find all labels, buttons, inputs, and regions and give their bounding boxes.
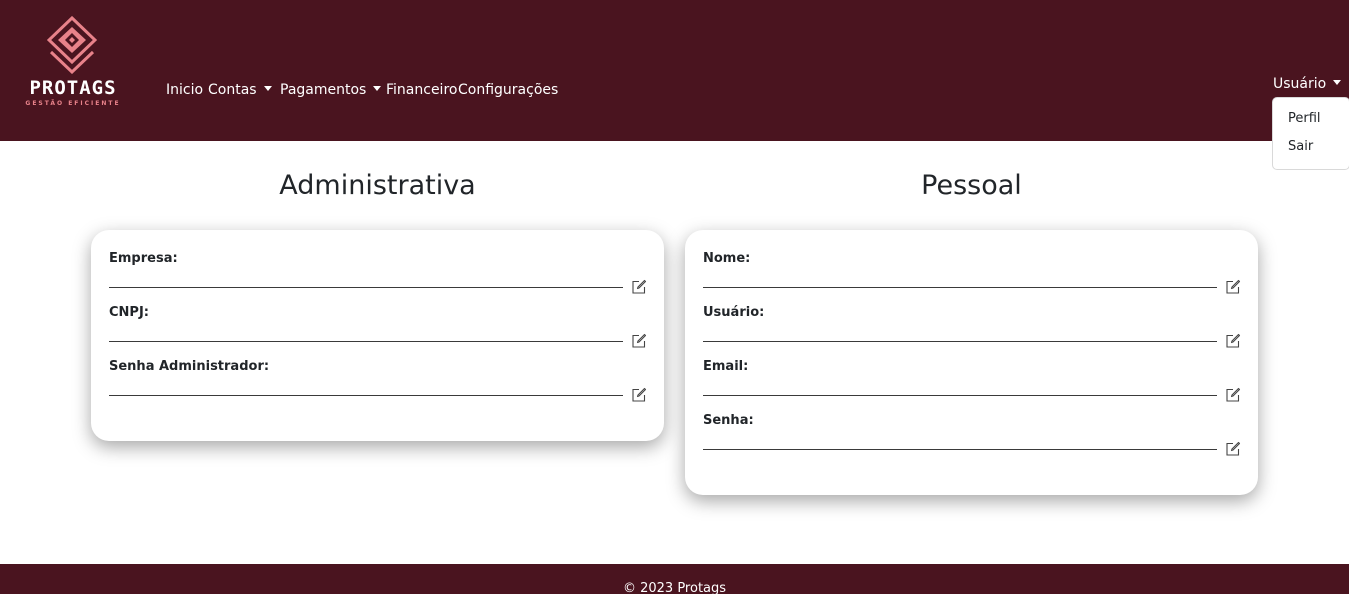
field-label-usuario: Usuário:: [703, 305, 765, 320]
top-navbar: PROTAGS GESTÃO EFICIENTE Inicio Contas P…: [0, 0, 1349, 141]
field-label-senha: Senha:: [703, 413, 754, 428]
field-label-cnpj: CNPJ:: [109, 305, 149, 320]
edit-icon[interactable]: [631, 279, 647, 295]
nav-configuracoes[interactable]: Configurações: [458, 82, 558, 98]
footer-copyright: © 2023 Protags: [622, 581, 727, 594]
field-label-senha-admin: Senha Administrador:: [109, 359, 270, 374]
user-menu-toggle[interactable]: Usuário: [1273, 76, 1342, 92]
nav-inicio-label: Inicio: [166, 82, 204, 98]
field-input-nome[interactable]: [703, 287, 1217, 288]
caret-down-icon: [1333, 80, 1342, 85]
admin-card: Empresa: CNPJ: Senha Administrador:: [91, 230, 664, 441]
caret-down-icon: [373, 86, 382, 91]
edit-icon[interactable]: [1225, 387, 1241, 403]
brand-logo[interactable]: PROTAGS GESTÃO EFICIENTE: [14, 16, 132, 110]
field-input-usuario[interactable]: [703, 341, 1217, 342]
field-label-nome: Nome:: [703, 251, 751, 266]
admin-section-title: Administrativa: [279, 170, 476, 201]
nav-inicio[interactable]: Inicio: [166, 82, 203, 98]
field-label-email: Email:: [703, 359, 749, 374]
field-input-senha[interactable]: [703, 449, 1217, 450]
nav-configuracoes-label: Configurações: [458, 82, 559, 98]
edit-icon[interactable]: [1225, 441, 1241, 457]
nav-financeiro-label: Financeiro: [386, 82, 458, 98]
nav-contas-dropdown[interactable]: Contas: [208, 82, 272, 98]
personal-section-title: Pessoal: [921, 170, 1022, 201]
menu-item-sair[interactable]: Sair: [1288, 139, 1313, 154]
nav-contas-label: Contas: [208, 82, 257, 98]
edit-icon[interactable]: [1225, 333, 1241, 349]
field-input-email[interactable]: [703, 395, 1217, 396]
user-dropdown-menu: Perfil Sair: [1272, 97, 1349, 170]
field-input-cnpj[interactable]: [109, 341, 623, 342]
footer: © 2023 Protags: [0, 564, 1349, 594]
edit-icon[interactable]: [631, 387, 647, 403]
diamond-logo-icon: [47, 16, 97, 74]
user-menu-label: Usuário: [1273, 76, 1327, 92]
edit-icon[interactable]: [1225, 279, 1241, 295]
brand-name: PROTAGS: [29, 77, 117, 99]
nav-pagamentos-dropdown[interactable]: Pagamentos: [280, 82, 382, 98]
nav-financeiro[interactable]: Financeiro: [386, 82, 457, 98]
edit-icon[interactable]: [631, 333, 647, 349]
brand-tagline: GESTÃO EFICIENTE: [25, 100, 121, 107]
personal-card: Nome: Usuário: Email: Senha:: [685, 230, 1258, 495]
field-input-empresa[interactable]: [109, 287, 623, 288]
field-label-empresa: Empresa:: [109, 251, 178, 266]
caret-down-icon: [263, 86, 272, 91]
field-input-senha-admin[interactable]: [109, 395, 623, 396]
menu-item-perfil[interactable]: Perfil: [1288, 111, 1321, 126]
nav-pagamentos-label: Pagamentos: [280, 82, 367, 98]
